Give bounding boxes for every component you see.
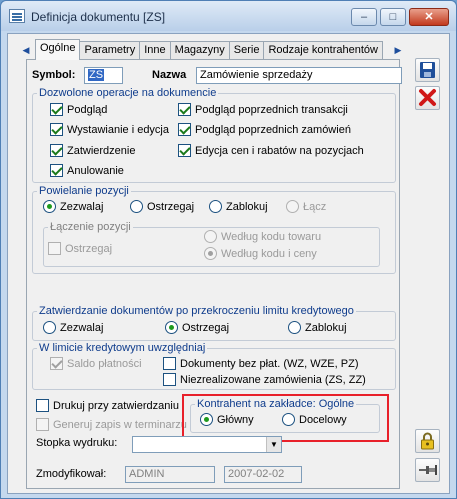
radio-merge-by-code-price[interactable]: Według kodu i ceny — [204, 247, 317, 260]
tab-scroll-right-icon[interactable]: ▶ — [393, 43, 403, 57]
checkbox-drukuj[interactable]: Drukuj przy zatwierdzaniu — [36, 399, 179, 412]
merge-group-title: Łączenie pozycji — [48, 221, 133, 233]
checkbox-anulowanie[interactable]: Anulowanie — [50, 164, 124, 177]
save-icon — [420, 62, 435, 78]
contractor-tab-group-title: Kontrahent na zakładce: Ogólne — [195, 398, 357, 410]
duplication-group: Powielanie pozycji Zezwalaj Ostrzegaj Za… — [32, 185, 396, 274]
checkbox-podglad-zamowien[interactable]: Podgląd poprzednich zamówień — [178, 123, 351, 136]
title-bar[interactable]: Definicja dokumentu [ZS] – □ ✕ — [1, 1, 456, 31]
tab-ogolne[interactable]: Ogólne — [35, 39, 81, 60]
radio-docelowy[interactable]: Docelowy — [282, 413, 347, 426]
tab-inne[interactable]: Inne — [139, 41, 171, 60]
contractor-tab-group: Kontrahent na zakładce: Ogólne Główny Do… — [190, 398, 380, 433]
tab-rodzaje-kontrahentow[interactable]: Rodzaje kontrahentów — [263, 41, 383, 60]
window-title: Definicja dokumentu [ZS] — [31, 10, 166, 24]
chevron-down-icon[interactable]: ▼ — [266, 437, 281, 452]
lock-icon — [421, 432, 434, 450]
cancel-button[interactable] — [415, 86, 440, 110]
checkbox-terminarz[interactable]: Generuj zapis w terminarzu — [36, 418, 187, 431]
radio-credit-zezwalaj[interactable]: Zezwalaj — [43, 321, 103, 334]
footer-select-label: Stopka wydruku: — [36, 437, 118, 449]
tab-strip: Ogólne Parametry Inne Magazyny Serie Rod… — [35, 39, 383, 60]
radio-credit-ostrzegaj[interactable]: Ostrzegaj — [165, 321, 229, 334]
credit-limit-group-title: W limicie kredytowym uwzględniaj — [37, 342, 208, 354]
dialog-client: ◀ Ogólne Parametry Inne Magazyny Serie R… — [7, 33, 450, 494]
dialog-window: Definicja dokumentu [ZS] – □ ✕ ◀ Ogólne … — [0, 0, 457, 499]
operations-group: Dozwolone operacje na dokumencie Podgląd… — [32, 87, 396, 183]
footer-select[interactable]: ▼ — [132, 436, 282, 453]
tab-panel-ogolne: Symbol: ZS Nazwa Zamówienie sprzedaży Do… — [26, 59, 402, 489]
merge-group: Łączenie pozycji Ostrzegaj Według kodu t… — [43, 221, 380, 267]
credit-group: Zatwierdzanie dokumentów po przekroczeni… — [32, 305, 396, 341]
tab-serie[interactable]: Serie — [228, 41, 265, 60]
radio-credit-zablokuj[interactable]: Zablokuj — [288, 321, 347, 334]
cancel-icon — [419, 89, 436, 106]
radio-dup-ostrzegaj[interactable]: Ostrzegaj — [130, 200, 194, 213]
checkbox-podglad-transakcji[interactable]: Podgląd poprzednich transakcji — [178, 103, 348, 116]
checkbox-zatwierdzenie[interactable]: Zatwierdzenie — [50, 144, 135, 157]
lock-button[interactable] — [415, 429, 440, 453]
tab-magazyny[interactable]: Magazyny — [169, 41, 230, 60]
maximize-button[interactable]: □ — [380, 8, 406, 26]
minimize-button[interactable]: – — [351, 8, 377, 26]
radio-glowny[interactable]: Główny — [200, 413, 254, 426]
pin-icon — [419, 465, 437, 475]
checkbox-niezrealizowane[interactable]: Niezrealizowane zamówienia (ZS, ZZ) — [163, 373, 366, 386]
modified-label: Zmodyfikował: — [36, 468, 107, 480]
save-button[interactable] — [415, 58, 440, 82]
checkbox-edycja-cen[interactable]: Edycja cen i rabatów na pozycjach — [178, 144, 364, 157]
tab-parametry[interactable]: Parametry — [79, 41, 141, 60]
operations-group-title: Dozwolone operacje na dokumencie — [37, 87, 219, 99]
tab-scroll-left-icon[interactable]: ◀ — [21, 43, 31, 57]
checkbox-dokumenty-bez-plat[interactable]: Dokumenty bez płat. (WZ, WZE, PZ) — [163, 357, 358, 370]
symbol-field[interactable]: ZS — [84, 67, 123, 84]
radio-merge-by-code[interactable]: Według kodu towaru — [204, 230, 321, 243]
checkbox-merge-warn[interactable]: Ostrzegaj — [48, 242, 112, 255]
pin-button[interactable] — [415, 458, 440, 482]
nazwa-label: Nazwa — [152, 69, 187, 81]
radio-dup-lacz[interactable]: Łącz — [286, 200, 326, 213]
radio-dup-zablokuj[interactable]: Zablokuj — [209, 200, 268, 213]
radio-dup-zezwalaj[interactable]: Zezwalaj — [43, 200, 103, 213]
credit-group-title: Zatwierdzanie dokumentów po przekroczeni… — [37, 305, 356, 317]
duplication-group-title: Powielanie pozycji — [37, 185, 131, 197]
symbol-value: ZS — [88, 69, 105, 81]
checkbox-wystawianie[interactable]: Wystawianie i edycja — [50, 123, 169, 136]
credit-limit-group: W limicie kredytowym uwzględniaj Saldo p… — [32, 342, 396, 390]
checkbox-podglad[interactable]: Podgląd — [50, 103, 107, 116]
modified-date-field: 2007-02-02 — [224, 466, 302, 483]
checkbox-saldo-platnosci[interactable]: Saldo płatności — [50, 357, 142, 370]
close-button[interactable]: ✕ — [409, 8, 449, 26]
nazwa-field[interactable]: Zamówienie sprzedaży — [196, 67, 402, 84]
symbol-label: Symbol: — [32, 69, 76, 81]
modified-user-field: ADMIN — [125, 466, 215, 483]
document-icon — [9, 9, 25, 23]
